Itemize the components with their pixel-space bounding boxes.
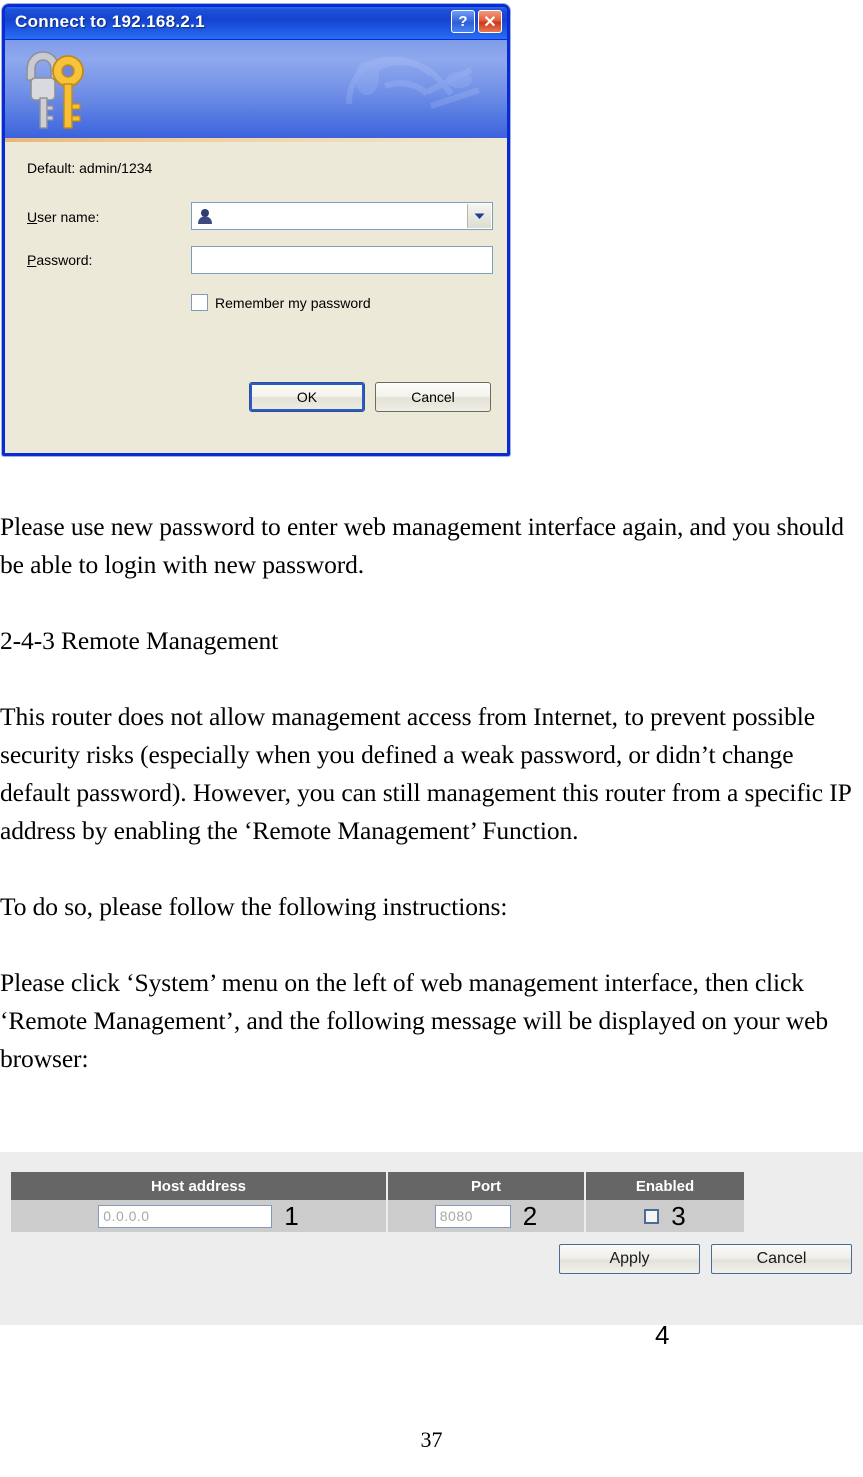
keys-icon [26, 51, 84, 129]
port-input[interactable]: 8080 [434, 1204, 511, 1228]
username-label-rest: ser name: [37, 209, 100, 225]
default-credentials-hint: Default: admin/1234 [27, 160, 153, 176]
user-head-icon [198, 209, 212, 224]
username-label-mnemonic: U [27, 209, 38, 225]
cell-enabled: 3 [585, 1200, 744, 1232]
remember-password-row[interactable]: Remember my password [191, 294, 371, 311]
username-label: User name: [27, 209, 99, 225]
table-header-row: Host address Port Enabled [11, 1172, 744, 1200]
section-heading-remote-management: 2-4-3 Remote Management [0, 626, 279, 655]
paragraph-login-again: Please use new password to enter web man… [0, 512, 844, 579]
panel-action-buttons: Apply Cancel [559, 1244, 852, 1274]
password-label: Password: [27, 252, 92, 268]
annotation-2: 2 [522, 1201, 538, 1231]
enabled-checkbox[interactable] [644, 1208, 660, 1224]
remote-management-panel: Host address Port Enabled 0.0.0.0 1 8080… [0, 1152, 863, 1325]
ok-button[interactable]: OK [249, 382, 365, 412]
password-label-rest: assword: [36, 252, 93, 268]
cell-port: 8080 2 [387, 1200, 586, 1232]
close-icon[interactable]: ✕ [478, 10, 502, 33]
column-header-enabled: Enabled [585, 1172, 744, 1200]
remember-password-checkbox[interactable] [191, 294, 208, 311]
paragraph-remote-management-info: This router does not allow management ac… [0, 702, 851, 845]
table-row: 0.0.0.0 1 8080 2 3 [11, 1200, 744, 1232]
column-header-port: Port [387, 1172, 586, 1200]
panel-cancel-button[interactable]: Cancel [711, 1244, 852, 1274]
chevron-down-icon[interactable] [467, 204, 491, 228]
annotation-3: 3 [671, 1201, 686, 1231]
password-label-mnemonic: P [27, 252, 37, 268]
dialog-titlebar[interactable]: Connect to 192.168.2.1 ? ✕ [5, 7, 507, 40]
dialog-body: Default: admin/1234 User name: Password:… [5, 142, 507, 453]
dialog-window-buttons: ? ✕ [451, 10, 502, 33]
dialog-cancel-button[interactable]: Cancel [375, 382, 491, 412]
remember-password-label: Remember my password [215, 295, 371, 311]
help-icon[interactable]: ? [451, 10, 475, 33]
cell-host-address: 0.0.0.0 1 [11, 1200, 388, 1232]
paragraph-instructions-intro: To do so, please follow the following in… [0, 892, 508, 921]
dialog-title: Connect to 192.168.2.1 [15, 12, 205, 31]
password-field[interactable] [191, 246, 493, 274]
annotation-1: 1 [284, 1201, 299, 1231]
apply-button[interactable]: Apply [559, 1244, 700, 1274]
column-header-host-address: Host address [11, 1172, 388, 1200]
dialog-banner [5, 40, 507, 138]
remember-label-rest: emember my password [225, 294, 371, 311]
page-number: 37 [420, 1427, 443, 1452]
host-address-input[interactable]: 0.0.0.0 [98, 1204, 273, 1228]
security-watermark-icon [346, 56, 480, 109]
annotation-4: 4 [655, 1320, 670, 1350]
remote-management-table: Host address Port Enabled 0.0.0.0 1 8080… [11, 1172, 744, 1232]
paragraph-click-system-menu: Please click ‘System’ menu on the left o… [0, 968, 829, 1073]
remember-label-mnemonic: R [215, 294, 226, 311]
document-body: Please use new password to enter web man… [0, 508, 863, 1078]
connect-dialog: Connect to 192.168.2.1 ? ✕ Default: admi… [2, 4, 510, 456]
username-field[interactable] [191, 202, 493, 230]
